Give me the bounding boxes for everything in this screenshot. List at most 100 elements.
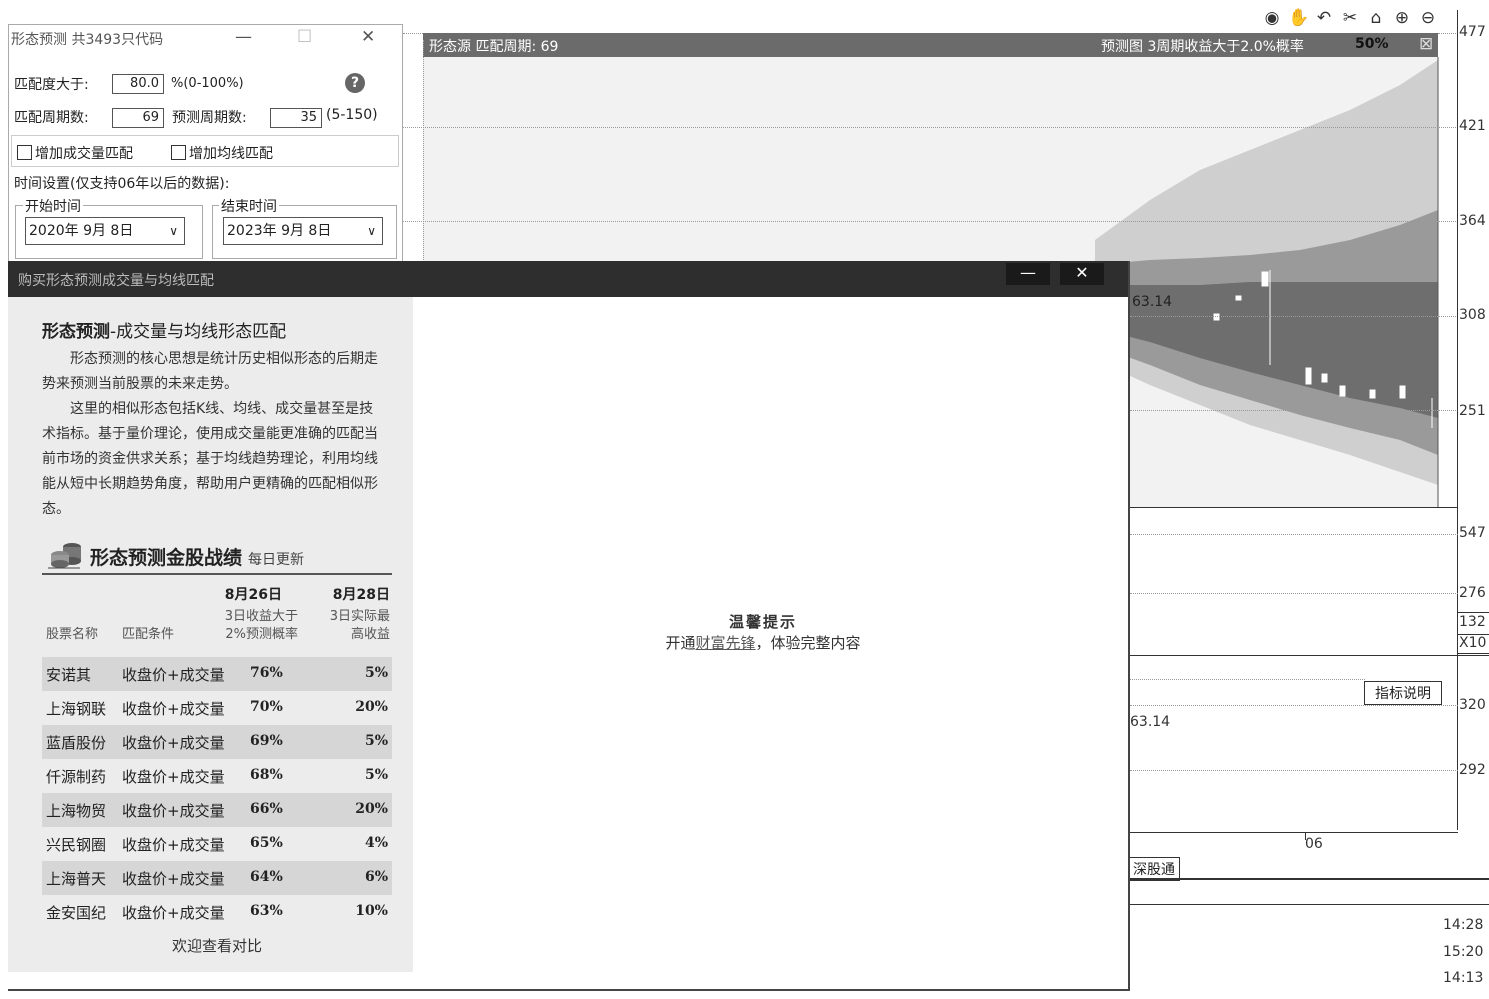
col-sub-2b: 高收益: [350, 627, 390, 642]
actual-gain-cell: 5%: [364, 665, 388, 681]
performance-table: 8月26日 8月28日 3日收益大于 2%预测概率 3日实际最 高收益 股票名称…: [42, 573, 392, 956]
price-tick: 421: [1459, 118, 1489, 134]
forecast-probability-cell: 69%: [250, 733, 283, 749]
table-row[interactable]: 兴民钢圈 收盘价+成交量 65% 4%: [42, 827, 392, 861]
table-row[interactable]: 安诺其 收盘价+成交量 76% 5%: [42, 657, 392, 691]
table-row[interactable]: 蓝盾股份 收盘价+成交量 69% 5%: [42, 725, 392, 759]
price-tick: 308: [1459, 307, 1489, 323]
actual-gain-cell: 6%: [364, 869, 388, 885]
price-tick: 477: [1459, 24, 1489, 40]
stock-name-cell: 蓝盾股份: [46, 734, 107, 752]
wealth-pioneer-link[interactable]: 财富先锋: [695, 634, 755, 652]
col-stock-name: 股票名称: [46, 627, 99, 642]
indicator-info-button[interactable]: 指标说明: [1364, 681, 1442, 705]
upgrade-tip: 温馨提示 开通财富先锋，体验完整内容: [628, 611, 898, 653]
promo-paragraph-1: 形态预测的核心思想是统计历史相似形态的后期走势来预测当前股票的未来走势。: [42, 351, 378, 392]
tip-title: 温馨提示: [728, 613, 797, 631]
checkbox-box[interactable]: [17, 145, 32, 160]
section-title: 形态预测金股战绩 每日更新: [90, 543, 304, 570]
volume-match-checkbox[interactable]: 增加成交量匹配: [17, 143, 133, 163]
maximize-button[interactable]: ☐: [297, 27, 312, 47]
purchase-dialog: 购买形态预测成交量与均线匹配 — ✕ 形态预测-成交量与均线形态匹配 形态预测的…: [8, 261, 1130, 991]
match-condition-cell: 收盘价+成交量: [122, 870, 225, 888]
tip-prefix: 开通: [665, 634, 696, 652]
predict-period-label: 预测周期数:: [172, 110, 247, 126]
start-time-label: 开始时间: [23, 196, 83, 216]
col-date-1: 8月26日: [224, 587, 282, 603]
promo-panel: 形态预测-成交量与均线形态匹配 形态预测的核心思想是统计历史相似形态的后期走势来…: [8, 297, 413, 972]
forecast-probability-cell: 76%: [250, 665, 283, 681]
table-row[interactable]: 仟源制药 收盘价+成交量 68% 5%: [42, 759, 392, 793]
start-date-select[interactable]: 2020年 9月 8日 ∨: [25, 217, 185, 245]
forecast-probability-cell: 66%: [250, 801, 283, 817]
close-button[interactable]: ✕: [361, 27, 375, 47]
match-degree-input[interactable]: 80.0: [112, 74, 164, 94]
stock-name-cell: 上海钢联: [46, 700, 107, 718]
col-date-2: 8月28日: [332, 587, 390, 603]
time-setting-label: 时间设置(仅支持06年以后的数据):: [14, 176, 230, 192]
stock-name-cell: 仟源制药: [46, 768, 107, 786]
start-date-value: 2020年 9月 8日: [29, 223, 134, 239]
table-row[interactable]: 上海普天 收盘价+成交量 64% 6%: [42, 861, 392, 895]
minimize-button[interactable]: —: [1006, 263, 1050, 285]
tip-message: 开通财富先锋，体验完整内容: [628, 632, 898, 653]
coins-icon: [48, 543, 81, 569]
ma-match-label: 增加均线匹配: [189, 146, 273, 162]
match-condition-cell: 收盘价+成交量: [122, 802, 225, 820]
volume-tick: 276: [1459, 585, 1489, 601]
match-condition-cell: 收盘价+成交量: [122, 904, 225, 922]
stock-name-cell: 上海物贸: [46, 802, 107, 820]
end-date-select[interactable]: 2023年 9月 8日 ∨: [223, 217, 383, 245]
indicator-tick: 292: [1459, 762, 1489, 778]
purchase-dialog-titlebar: 购买形态预测成交量与均线匹配 — ✕: [8, 261, 1128, 297]
volume-match-label: 增加成交量匹配: [35, 146, 133, 162]
match-condition-cell: 收盘价+成交量: [122, 836, 225, 854]
actual-gain-cell: 20%: [355, 699, 388, 715]
time-stamp: 15:20: [1443, 944, 1489, 960]
promo-paragraph-2: 这里的相似形态包括K线、均线、成交量甚至是技术指标。基于量价理论，使用成交量能更…: [42, 401, 378, 517]
match-period-label: 匹配周期数:: [14, 110, 89, 126]
indicator-marker: 63.14: [1130, 714, 1171, 730]
price-tick: 364: [1459, 213, 1489, 229]
table-body: 安诺其 收盘价+成交量 76% 5% 上海钢联 收盘价+成交量 70% 20% 蓝盾股份 收盘价+…: [42, 657, 392, 929]
forecast-probability-cell: 65%: [250, 835, 283, 851]
forecast-probability-cell: 68%: [250, 767, 283, 783]
footer-note: 欢迎查看对比: [171, 937, 262, 955]
end-time-label: 结束时间: [219, 196, 279, 216]
volume-tick: 132: [1459, 614, 1489, 630]
stock-name-cell: 上海普天: [46, 870, 107, 888]
predict-period-input[interactable]: 35: [270, 108, 322, 128]
price-marker: 63.14: [1132, 294, 1173, 310]
ma-match-checkbox[interactable]: 增加均线匹配: [171, 143, 273, 163]
section-title-text: 形态预测金股战绩: [90, 547, 243, 569]
minimize-button[interactable]: —: [235, 27, 252, 47]
tip-suffix: ，体验完整内容: [755, 634, 861, 652]
checkbox-box[interactable]: [171, 145, 186, 160]
promo-heading-bold: 形态预测: [42, 322, 110, 342]
table-header: 8月26日 8月28日 3日收益大于 2%预测概率 3日实际最 高收益 股票名称…: [42, 573, 392, 657]
match-period-input[interactable]: 69: [112, 108, 164, 128]
table-row[interactable]: 金安国纪 收盘价+成交量 63% 10%: [42, 895, 392, 929]
col-match-condition: 匹配条件: [122, 627, 175, 642]
actual-gain-cell: 5%: [364, 733, 388, 749]
match-condition-cell: 收盘价+成交量: [122, 768, 225, 786]
chevron-down-icon: ∨: [169, 224, 178, 238]
pattern-forecast-dialog: 形态预测 共3493只代码 — ☐ ✕ 匹配度大于: 80.0 %(0-100%…: [8, 24, 403, 266]
purchase-dialog-title: 购买形态预测成交量与均线匹配: [18, 273, 214, 289]
close-button[interactable]: ✕: [1060, 263, 1104, 285]
match-degree-label: 匹配度大于:: [14, 77, 89, 93]
table-row[interactable]: 上海钢联 收盘价+成交量 70% 20%: [42, 691, 392, 725]
promo-heading: 形态预测-成交量与均线形态匹配: [42, 317, 286, 342]
help-icon[interactable]: ?: [345, 73, 365, 93]
predict-period-range: (5-150): [326, 107, 378, 123]
time-stamp: 14:28: [1443, 917, 1489, 933]
end-date-value: 2023年 9月 8日: [227, 223, 332, 239]
match-condition-cell: 收盘价+成交量: [122, 700, 225, 718]
actual-gain-cell: 4%: [364, 835, 388, 851]
actual-gain-cell: 20%: [355, 801, 388, 817]
table-row[interactable]: 上海物贸 收盘价+成交量 66% 20%: [42, 793, 392, 827]
match-condition-cell: 收盘价+成交量: [122, 734, 225, 752]
volume-tick: 547: [1459, 525, 1489, 541]
source-pattern-area: [423, 57, 1095, 267]
stock-name-cell: 安诺其: [46, 666, 92, 684]
